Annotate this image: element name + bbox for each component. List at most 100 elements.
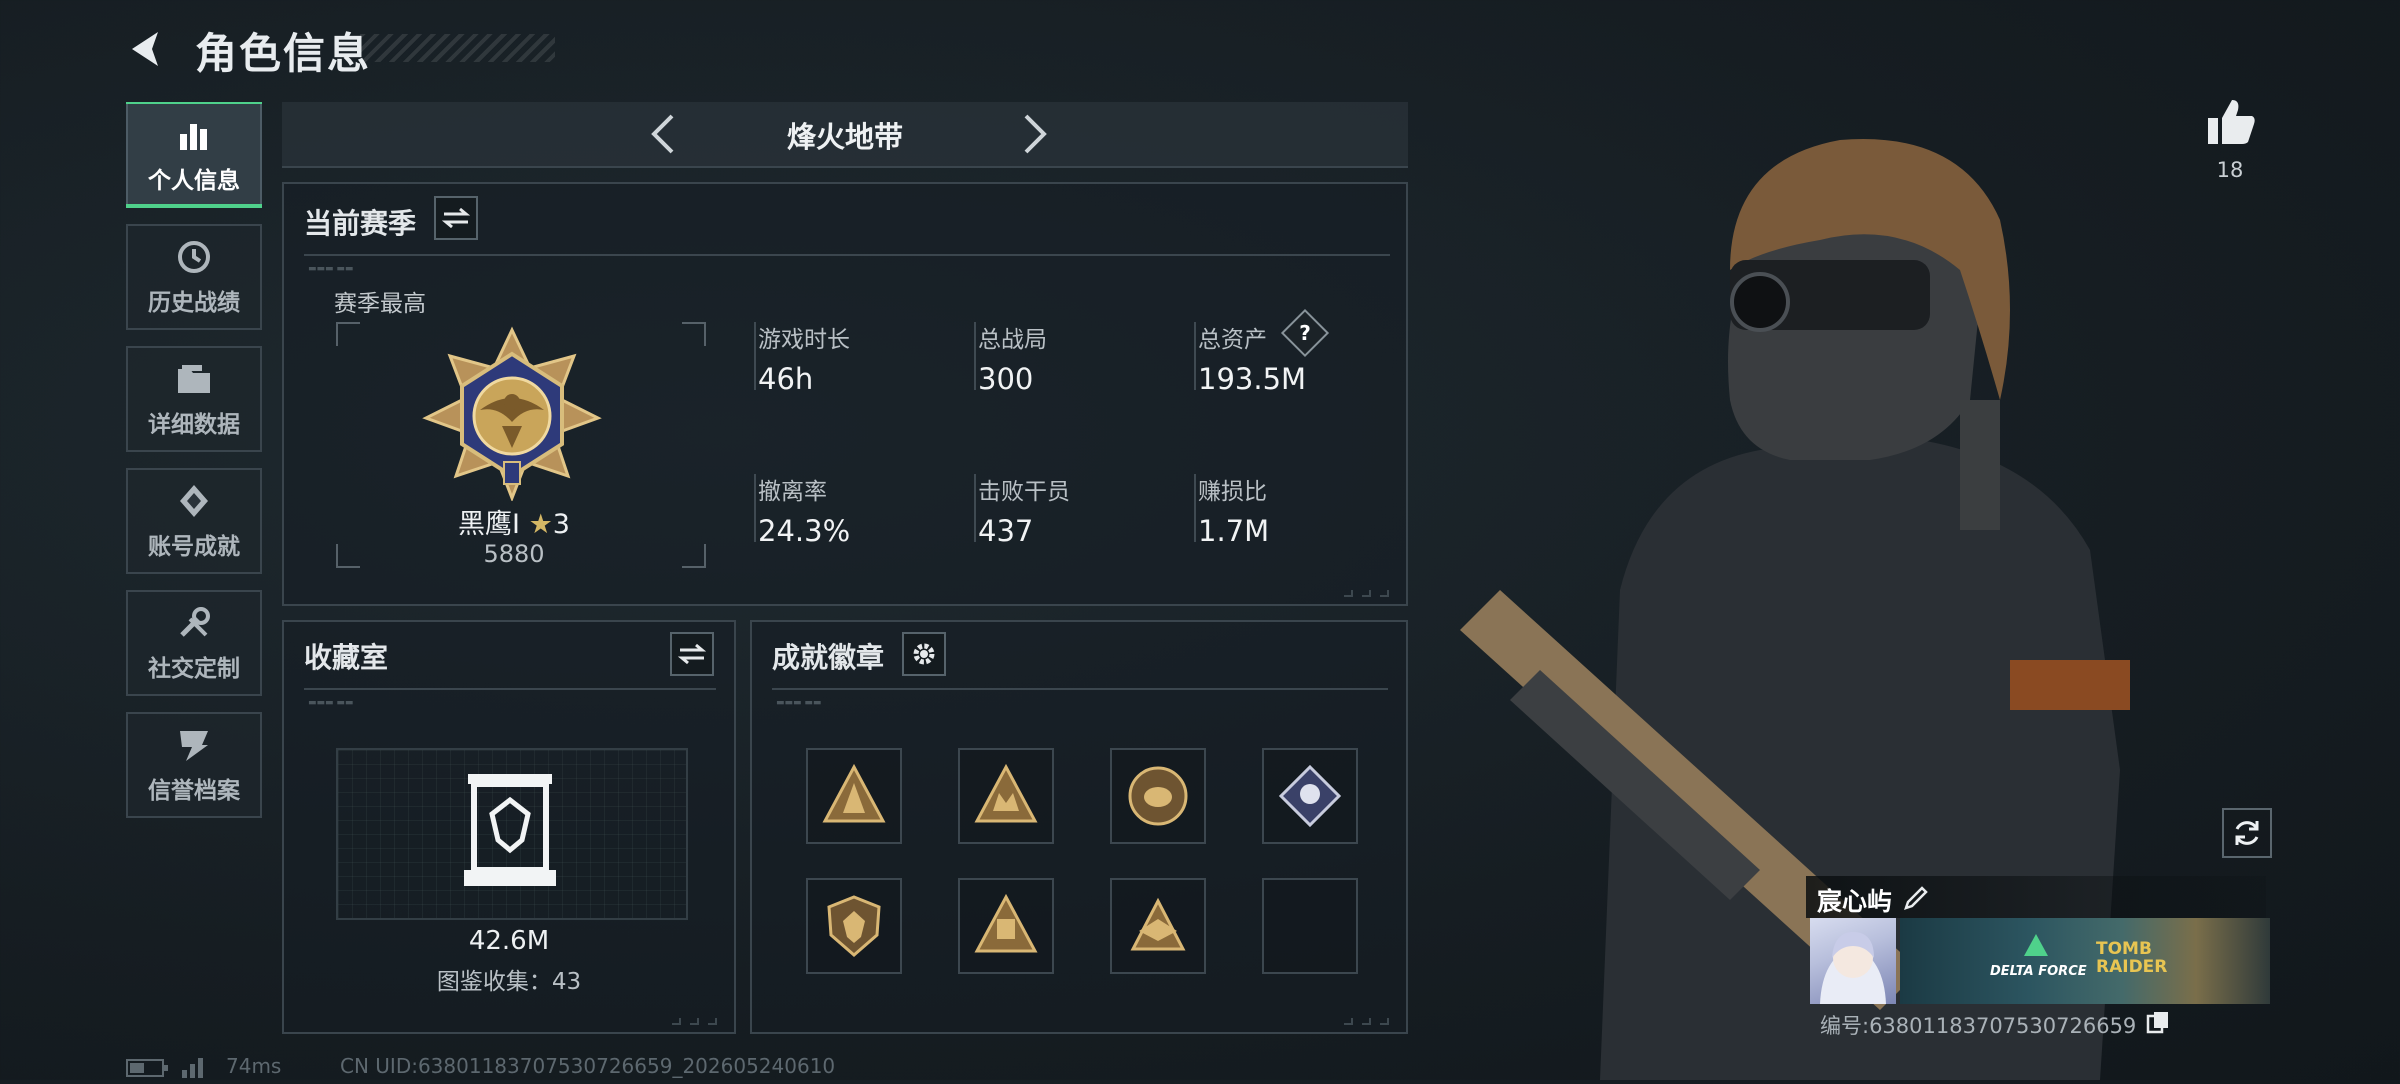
achievements-panel: 成就徽章 ▬▬▬ ▬▬ <box>750 620 1408 1034</box>
player-banner[interactable]: DELTA FORCE TOMB RAIDER <box>1900 918 2270 1004</box>
mode-selector: 烽火地带 <box>282 102 1408 168</box>
achievements-title: 成就徽章 <box>772 641 885 674</box>
mode-title: 烽火地带 <box>786 120 903 154</box>
stat-value: 193.5M <box>1198 362 1307 396</box>
diamond-badge-icon <box>1278 764 1342 828</box>
page-title: 角色信息 <box>195 29 372 78</box>
player-id: 编号:638011837075307266​59 <box>1820 1014 2137 1038</box>
pencil-icon <box>1904 886 1928 910</box>
refresh-icon <box>2235 821 2259 845</box>
stat-divider <box>974 474 976 542</box>
deco-text: ▬▬▬ ▬▬ <box>308 264 354 274</box>
corner-decoration <box>1344 590 1389 597</box>
winged-triangle-icon <box>1130 897 1186 951</box>
refresh-button[interactable] <box>2222 808 2272 858</box>
thumbs-up-icon <box>2208 100 2255 144</box>
season-best-label: 赛季最高 <box>334 291 426 317</box>
folder-icon <box>174 359 214 399</box>
sidebar-item-label: 详细数据 <box>148 412 240 438</box>
delta-logo-icon <box>2024 934 2048 956</box>
rank-name-row: 黑鹰I ★3 <box>344 502 684 541</box>
sidebar-item-achievements[interactable]: 账号成就 <box>126 468 262 574</box>
corner-decoration <box>672 1018 717 1025</box>
frame-corner <box>336 322 360 346</box>
triangle-badge-icon <box>822 763 886 823</box>
sidebar-item-label: 个人信息 <box>148 168 240 194</box>
sidebar-item-label: 社交定制 <box>148 656 240 682</box>
star-icon: ★ <box>528 509 553 540</box>
like-button[interactable] <box>2202 94 2258 150</box>
copy-id-button[interactable] <box>2146 1010 2170 1034</box>
achievement-icon <box>174 481 214 521</box>
divider <box>304 254 1390 256</box>
season-switch-button[interactable] <box>434 196 478 240</box>
battery-icon <box>126 1058 170 1078</box>
divider <box>772 688 1388 690</box>
banner-logo-text: TOMB RAIDER <box>2096 939 2168 977</box>
back-arrow-icon[interactable] <box>122 24 172 74</box>
triangle-crest-icon <box>974 763 1038 823</box>
sidebar-item-personal-info[interactable]: 个人信息 <box>126 102 262 208</box>
stat-value: 1.7M <box>1198 514 1270 548</box>
sidebar-item-history[interactable]: 历史战绩 <box>126 224 262 330</box>
achievement-badge[interactable] <box>958 748 1054 844</box>
collection-switch-button[interactable] <box>670 632 714 676</box>
avatar[interactable] <box>1810 918 1896 1004</box>
collection-count: 图鉴收集：43 <box>436 969 582 995</box>
copy-icon <box>2146 1012 2168 1034</box>
triangle-skull-icon <box>974 893 1038 953</box>
help-icon: ? <box>1299 321 1311 345</box>
stat-value: 46h <box>758 362 814 396</box>
stat-divider <box>754 474 756 542</box>
signal-icon <box>180 1054 210 1078</box>
shield-badge-icon <box>827 895 881 957</box>
achievement-badge[interactable] <box>806 878 902 974</box>
display-case-icon <box>462 770 558 890</box>
achievement-badge-empty-slot[interactable] <box>1262 878 1358 974</box>
stat-label: 击败干员 <box>978 479 1070 505</box>
achievement-badge[interactable] <box>1262 748 1358 844</box>
sidebar-item-label: 账号成就 <box>148 534 240 560</box>
stat-value: 437 <box>978 514 1034 548</box>
stat-divider <box>1194 322 1196 390</box>
deco-text: ▬▬▬ ▬▬ <box>776 698 822 708</box>
collection-title: 收藏室 <box>304 641 389 674</box>
credit-icon <box>174 725 214 765</box>
frame-corner <box>682 322 706 346</box>
achievement-badge[interactable] <box>1110 878 1206 974</box>
sidebar-item-credit[interactable]: 信誉档案 <box>126 712 262 818</box>
sidebar-item-detail-data[interactable]: 详细数据 <box>126 346 262 452</box>
swap-icon <box>442 207 470 229</box>
uid-text: CN UID:638011837075307266​59_20260524061… <box>340 1054 836 1078</box>
ping-text: 74ms <box>226 1054 282 1078</box>
title-decoration <box>360 34 555 62</box>
stat-label: 总资产 <box>1198 327 1267 353</box>
gear-icon <box>913 643 935 665</box>
stat-label: 赚损比 <box>1198 479 1267 505</box>
stat-divider <box>754 322 756 390</box>
wrench-icon <box>174 603 214 643</box>
achievements-settings-button[interactable] <box>902 632 946 676</box>
rank-name: 黑鹰I <box>458 509 520 540</box>
history-icon <box>174 237 214 277</box>
player-name: 宸心屿 <box>1817 887 1893 916</box>
sidebar-item-social-custom[interactable]: 社交定制 <box>126 590 262 696</box>
season-title: 当前赛季 <box>304 207 417 240</box>
achievement-badge[interactable] <box>806 748 902 844</box>
season-panel: 当前赛季 ▬▬▬ ▬▬ 赛季最高 黑鹰I ★3 5880 游戏时长 46h 总战… <box>282 182 1408 606</box>
stat-divider <box>1194 474 1196 542</box>
corner-decoration <box>1344 1018 1389 1025</box>
edit-name-button[interactable] <box>1902 884 1930 912</box>
deco-text: ▬▬▬ ▬▬ <box>308 698 354 708</box>
like-count: 18 <box>2216 158 2244 182</box>
next-mode-button[interactable] <box>1010 110 1058 158</box>
stat-label: 总战局 <box>978 327 1047 353</box>
sidebar-item-label: 历史战绩 <box>148 290 240 316</box>
stat-label: 游戏时长 <box>758 327 850 353</box>
achievement-badge[interactable] <box>1110 748 1206 844</box>
bar-chart-icon <box>174 115 214 155</box>
rank-stars: 3 <box>552 509 570 540</box>
achievement-badge[interactable] <box>958 878 1054 974</box>
stat-value: 24.3% <box>758 514 851 548</box>
sidebar-item-label: 信誉档案 <box>148 778 240 804</box>
